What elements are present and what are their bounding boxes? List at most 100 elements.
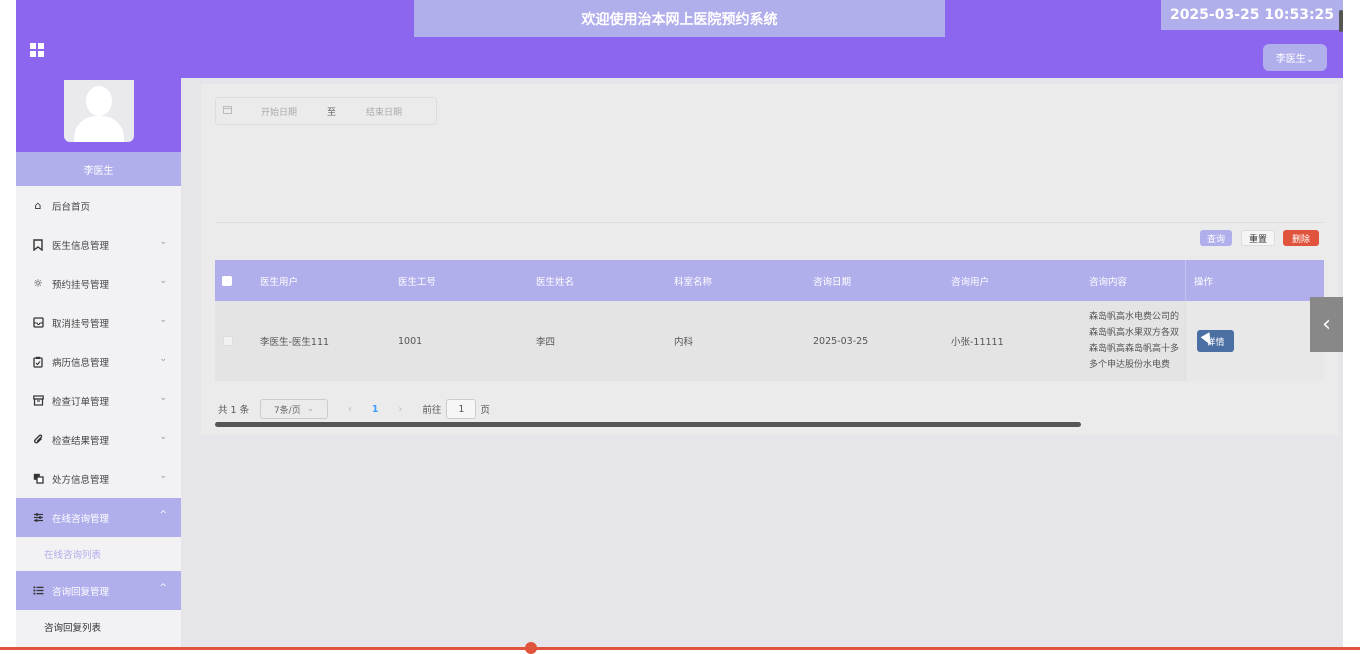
page-word: 页 <box>480 405 490 416</box>
cell-department: 内科 <box>674 337 694 348</box>
sidebar-item-prescription[interactable]: 处方信息管理 ⌄ <box>16 459 181 498</box>
paperclip-icon <box>32 434 44 446</box>
table-header: 医生用户 医生工号 医生姓名 科室名称 咨询日期 咨询用户 咨询内容 操作 <box>215 260 1324 301</box>
divider <box>215 222 1324 223</box>
pagination: 共 1 条 7条/页 ⌄ ‹ 1 › 前往 1 页 <box>218 399 490 419</box>
app-window: 欢迎使用治本网上医院预约系统 2025-03-25 10:53:25 李医生⌄ … <box>16 0 1343 650</box>
select-all-checkbox[interactable] <box>222 260 232 301</box>
avatar <box>64 80 134 142</box>
top-header: 欢迎使用治本网上医院预约系统 2025-03-25 10:53:25 李医生⌄ <box>16 0 1343 78</box>
bookmark-icon <box>32 238 44 251</box>
sidebar-item-label: 处方信息管理 <box>52 474 110 486</box>
chevron-down-icon: ⌄ <box>159 432 167 442</box>
table-horizontal-scrollbar[interactable] <box>215 422 1081 427</box>
table-row: 李医生-医生111 1001 李四 内科 2025-03-25 小张-11111… <box>215 301 1324 427</box>
scrollbar[interactable] <box>1339 10 1343 32</box>
date-range-picker[interactable]: 开始日期 至 结束日期 <box>215 97 437 125</box>
sliders-icon <box>32 512 44 524</box>
archive-icon <box>32 395 44 407</box>
delete-button[interactable]: 删除 <box>1283 230 1319 246</box>
sidebar-item-label: 取消挂号管理 <box>52 318 110 330</box>
row-checkbox[interactable] <box>223 301 233 381</box>
column-header: 咨询用户 <box>951 276 990 288</box>
sidebar-item-online-consult[interactable]: 在线咨询管理 ^ <box>16 498 181 537</box>
copy-icon <box>32 473 44 485</box>
chevron-up-icon: ^ <box>159 583 167 593</box>
page-number[interactable]: 1 <box>372 404 379 415</box>
sidebar-user-name: 李医生 <box>16 152 181 186</box>
chevron-down-icon: ⌄ <box>159 354 167 364</box>
chevron-down-icon: ⌄ <box>306 404 315 414</box>
column-header: 操作 <box>1194 276 1214 288</box>
chevron-down-icon: ⌄ <box>159 315 167 325</box>
page-size-value: 7条/页 <box>273 405 301 416</box>
sidebar-item-label: 检查订单管理 <box>52 396 110 408</box>
chevron-down-icon: ⌄ <box>159 393 167 403</box>
goto-page-input[interactable]: 1 <box>446 399 477 419</box>
column-header: 咨询日期 <box>813 276 852 288</box>
sidebar-item-medical-record[interactable]: 病历信息管理 ⌄ <box>16 342 181 381</box>
sidebar-item-appointment[interactable]: ☼ 预约挂号管理 ⌄ <box>16 264 181 303</box>
total-count: 共 1 条 <box>218 405 250 416</box>
sidebar-subitem-consult-list[interactable]: 在线咨询列表 <box>16 537 181 571</box>
sidebar-item-home[interactable]: ⌂ 后台首页 <box>16 186 181 225</box>
operation-column-header: 操作 <box>1185 260 1324 301</box>
sidebar-item-doctor-info[interactable]: 医生信息管理 ⌄ <box>16 225 181 264</box>
content-line: 多个申达股份水电费 <box>1089 360 1171 370</box>
chevron-down-icon: ⌄ <box>159 276 167 286</box>
sidebar-item-label: 在线咨询管理 <box>52 513 110 525</box>
column-header: 科室名称 <box>674 276 713 288</box>
user-menu-button[interactable]: 李医生⌄ <box>1263 44 1327 71</box>
end-date-input[interactable]: 结束日期 <box>366 105 402 118</box>
content-line: 森岛帆高水果双方各双 <box>1089 328 1180 338</box>
main-content: 开始日期 至 结束日期 查询 重置 删除 医生用户 医生工号 医生姓名 科室名称… <box>201 84 1338 435</box>
column-header: 医生姓名 <box>536 276 575 288</box>
page-size-select[interactable]: 7条/页 ⌄ <box>260 399 329 419</box>
sidebar-item-exam-result[interactable]: 检查结果管理 ⌄ <box>16 420 181 459</box>
sidebar: 李医生 ⌂ 后台首页 医生信息管理 ⌄ ☼ 预约挂号管理 ⌄ 取消挂号管理 ⌄ <box>16 78 181 650</box>
column-header: 咨询内容 <box>1089 276 1128 288</box>
chevron-left-icon: ‹ <box>1322 312 1331 337</box>
chevron-down-icon: ⌄ <box>159 237 167 247</box>
system-title: 欢迎使用治本网上医院预约系统 <box>414 0 945 37</box>
sun-icon: ☼ <box>33 277 43 290</box>
cell-consult-content: 森岛帆高水电费公司的 森岛帆高水果双方各双 森岛帆高森岛帆高十多 多个申达股份水… <box>1089 301 1185 381</box>
sidebar-item-label: 病历信息管理 <box>52 357 110 369</box>
goto-label: 前往 <box>422 405 442 416</box>
content-line: 森岛帆高水电费公司的 <box>1089 312 1180 322</box>
next-page-button[interactable]: › <box>399 404 403 415</box>
chevron-down-icon: ⌄ <box>159 471 167 481</box>
inbox-icon <box>32 317 44 329</box>
sidebar-subitem-reply-list[interactable]: 咨询回复列表 <box>16 610 181 644</box>
query-button[interactable]: 查询 <box>1200 230 1232 246</box>
consult-table: 医生用户 医生工号 医生姓名 科室名称 咨询日期 咨询用户 咨询内容 操作 李医… <box>215 260 1324 427</box>
chevron-up-icon: ^ <box>159 510 167 520</box>
collapse-panel-button[interactable]: ‹ <box>1310 297 1343 352</box>
grid-menu-icon[interactable] <box>30 43 44 57</box>
column-header: 医生用户 <box>260 276 299 288</box>
sidebar-item-label: 医生信息管理 <box>52 240 110 252</box>
datetime-display: 2025-03-25 10:53:25 <box>1161 0 1343 30</box>
sidebar-item-label: 检查结果管理 <box>52 435 110 447</box>
cell-consult-user: 小张-11111 <box>951 337 1004 348</box>
start-date-input[interactable]: 开始日期 <box>261 105 297 118</box>
progress-handle[interactable] <box>525 642 537 654</box>
cell-doctor-no: 1001 <box>398 335 423 347</box>
home-icon: ⌂ <box>34 199 42 212</box>
list-icon <box>32 585 44 597</box>
cell-consult-date: 2025-03-25 <box>813 335 869 347</box>
clipboard-icon <box>32 356 44 368</box>
sidebar-item-label: 预约挂号管理 <box>52 279 110 291</box>
content-line: 森岛帆高森岛帆高十多 <box>1089 344 1180 354</box>
sidebar-item-label: 后台首页 <box>52 201 91 213</box>
calendar-icon <box>223 105 233 117</box>
sidebar-item-consult-reply[interactable]: 咨询回复管理 ^ <box>16 571 181 610</box>
prev-page-button[interactable]: ‹ <box>348 404 352 415</box>
sidebar-item-label: 咨询回复管理 <box>52 586 110 598</box>
sidebar-item-cancel-appointment[interactable]: 取消挂号管理 ⌄ <box>16 303 181 342</box>
column-header: 医生工号 <box>398 276 437 288</box>
reset-button[interactable]: 重置 <box>1241 230 1275 246</box>
sidebar-item-exam-order[interactable]: 检查订单管理 ⌄ <box>16 381 181 420</box>
cell-doctor-name: 李四 <box>536 337 556 348</box>
date-separator: 至 <box>327 107 337 118</box>
